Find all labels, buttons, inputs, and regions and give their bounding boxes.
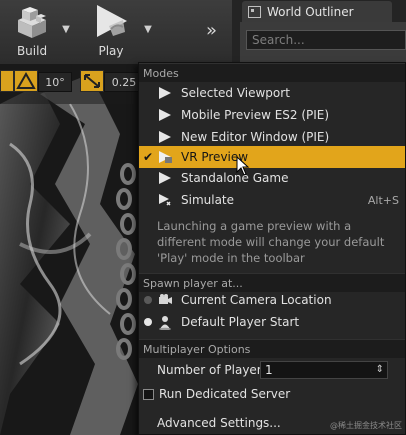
play-icon [157,85,173,101]
play-button[interactable]: Play [86,2,136,62]
main-toolbar: Build ▼ Play ▼ » [0,0,232,65]
scale-snap-toggle-icon[interactable] [80,70,104,92]
players-label: Number of Players [157,363,268,377]
outliner-search-input[interactable]: Search... [246,30,406,50]
play-options-menu: Modes Selected Viewport Mobile Preview E… [138,62,406,435]
build-button[interactable]: Build [6,2,58,62]
angle-snap-toggle-icon[interactable] [14,70,38,92]
radio-selected-icon [144,318,152,326]
camera-icon [157,292,173,308]
players-value: 1 [265,363,273,377]
angle-snap-value[interactable]: 10° [38,72,72,92]
run-dedicated-server-option[interactable]: Run Dedicated Server [139,383,405,405]
mode-selected-viewport[interactable]: Selected Viewport [139,82,405,104]
mode-label: Standalone Game [181,171,289,185]
spawn-default-player-start[interactable]: Default Player Start [139,311,405,333]
mouse-cursor-icon [236,156,250,176]
mode-simulate[interactable]: Simulate Alt+S [139,189,405,211]
outliner-body: Search... [240,22,406,64]
mode-label: Mobile Preview ES2 (PIE) [181,108,330,122]
dedicated-label: Run Dedicated Server [159,387,291,401]
spawn-label: Current Camera Location [181,293,332,307]
vr-headset-icon [157,149,173,165]
outliner-tab-title: World Outliner [267,4,354,19]
mode-label: Selected Viewport [181,86,290,100]
play-options-chevron-icon[interactable]: ▼ [142,24,154,38]
mode-label: Simulate [181,193,235,207]
play-icon [97,5,127,37]
mode-standalone-game[interactable]: Standalone Game [139,167,405,189]
player-start-icon [157,314,173,330]
checkmark-icon: ✔ [142,150,154,164]
modes-section-header: Modes [139,63,405,82]
world-outliner-panel: World Outliner Search... [232,0,406,64]
build-options-chevron-icon[interactable]: ▼ [60,24,72,38]
world-outliner-tab[interactable]: World Outliner [242,1,392,22]
mode-label: New Editor Window (PIE) [181,130,330,144]
build-icon [18,7,46,38]
outliner-icon [248,5,261,18]
toolbar-overflow-icon[interactable]: » [206,20,217,41]
checkbox-icon[interactable] [143,388,154,400]
advanced-label: Advanced Settings... [157,416,281,430]
number-of-players-row: Number of Players 1 ⇕ [139,359,405,381]
play-label: Play [98,44,124,58]
spawn-current-camera[interactable]: Current Camera Location [139,289,405,311]
play-icon [157,107,173,123]
simulate-icon [157,192,173,208]
spawn-label: Default Player Start [181,315,300,329]
multiplayer-section-header: Multiplayer Options [139,339,405,358]
watermark: @稀土掘金技术社区 [330,421,402,430]
spin-arrows-icon[interactable]: ⇕ [376,362,384,378]
mode-mobile-preview[interactable]: Mobile Preview ES2 (PIE) [139,104,405,126]
build-label: Build [16,44,48,58]
radio-icon [144,296,152,304]
shortcut-label: Alt+S [367,193,399,207]
play-icon [157,129,173,145]
number-of-players-stepper[interactable]: 1 ⇕ [260,361,388,379]
play-icon [157,170,173,186]
mode-change-note: Launching a game preview with a differen… [157,219,385,265]
mode-vr-preview[interactable]: ✔ VR Preview [139,146,405,168]
viewport-snap-toggle[interactable] [0,70,14,92]
mode-new-editor-window[interactable]: New Editor Window (PIE) [139,126,405,148]
